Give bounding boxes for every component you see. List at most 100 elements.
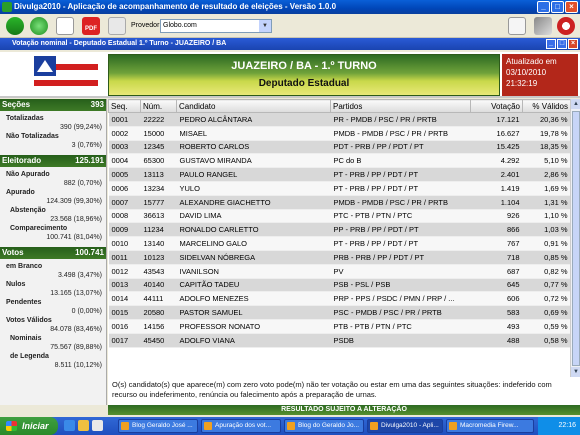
cell-percent: 1,69 % <box>522 181 571 196</box>
window-title: Divulga2010 - Aplicação de acompanhament… <box>14 2 337 11</box>
clock: 22:16 <box>558 422 576 429</box>
tools-icon[interactable] <box>534 17 552 35</box>
cell-seq: 0009 <box>108 222 141 238</box>
cell-votes: 583 <box>470 305 523 320</box>
taskbar: Iniciar Blog Geraldo José ... Apuração d… <box>0 417 580 435</box>
table-header-row: Seq. Núm. Candidato Partidos Votação % V… <box>108 99 571 113</box>
back-icon[interactable] <box>6 17 24 35</box>
provider-label: Provedor: <box>131 22 162 29</box>
scroll-up-icon[interactable]: ▲ <box>571 99 580 109</box>
bahia-flag-icon <box>34 56 98 94</box>
table-row[interactable]: 0009 11234 RONALDO CARLETTO PP - PRB / PP /… <box>108 222 571 238</box>
col-partidos[interactable]: Partidos <box>330 99 471 113</box>
cell-candidate: CAPITÃO TADEU <box>176 278 331 293</box>
table-row[interactable]: 0004 65300 GUSTAVO MIRANDA PC do B 4.292 5,10… <box>108 153 571 169</box>
task-fireworks[interactable]: Macromedia Firew... <box>446 419 534 433</box>
cell-candidate: PAULO RANGEL <box>176 167 331 182</box>
cell-seq: 0015 <box>108 305 141 320</box>
print-icon[interactable] <box>108 17 126 35</box>
table-row[interactable]: 0001 22222 PEDRO ALCÂNTARA PR - PMDB / PSC … <box>108 112 571 127</box>
table-row[interactable]: 0005 13113 PAULO RANGEL PT - PRB / PP / PDT… <box>108 167 571 182</box>
refresh-icon[interactable] <box>30 17 48 35</box>
secoes-value: 393 <box>90 100 104 109</box>
table-row[interactable]: 0012 43543 IVANILSON PV 687 0,82 % <box>108 264 571 279</box>
table-row[interactable]: 0017 45450 ADOLFO VIANA PSDB 488 0,58 % <box>108 333 571 348</box>
cell-num: 10123 <box>140 250 177 265</box>
table-row[interactable]: 0016 14156 PROFESSOR NONATO PTB - PTB / PTN… <box>108 319 571 334</box>
col-candidato[interactable]: Candidato <box>176 99 331 113</box>
branco-value: 3.498 (3,47%) <box>58 272 102 279</box>
cell-candidate: ADOLFO VIANA <box>176 333 331 348</box>
task-divulga[interactable]: Divulga2010 - Apli... <box>367 419 443 433</box>
close-button[interactable]: × <box>565 1 578 13</box>
pdf-icon[interactable]: PDF <box>82 17 100 35</box>
task-label: Blog do Geraldo Jo... <box>298 422 360 429</box>
table-row[interactable]: 0003 12345 ROBERTO CARLOS PDT - PRB / PP / … <box>108 140 571 155</box>
branco-label: em Branco <box>6 263 43 270</box>
task-blog-2[interactable]: Blog do Geraldo Jo... <box>284 419 364 433</box>
minimize-button[interactable]: _ <box>537 1 550 13</box>
cell-votes: 4.292 <box>470 153 523 169</box>
cell-parties: PMDB - PMDB / PSC / PR / PRTB <box>330 126 471 141</box>
vertical-scrollbar[interactable]: ▲ ▼ <box>570 99 580 377</box>
table-row[interactable]: 0015 20580 PASTOR SAMUEL PSC - PMDB / PSC /… <box>108 305 571 320</box>
table-row[interactable]: 0006 13234 YULO PT - PRB / PP / PDT / PT 1.4… <box>108 181 571 196</box>
cell-candidate: RONALDO CARLETTO <box>176 222 331 238</box>
table-row[interactable]: 0010 13140 MARCELINO GALO PT - PRB / PP / P… <box>108 236 571 251</box>
votos-label: Votos <box>2 248 24 257</box>
desktop-icon[interactable] <box>92 420 103 431</box>
cell-num: 15777 <box>140 195 177 210</box>
eleitorado-label: Eleitorado <box>2 156 42 165</box>
col-validos[interactable]: % Válidos <box>522 99 571 113</box>
browser-icon <box>121 422 129 430</box>
table-row[interactable]: 0011 10123 SIDELVAN NÓBREGA PRB - PRB / PP … <box>108 250 571 265</box>
cell-votes: 15.425 <box>470 140 523 155</box>
nulos-label: Nulos <box>6 281 26 288</box>
maximize-button[interactable]: □ <box>551 1 564 13</box>
app-icon <box>2 2 12 12</box>
cell-percent: 20,36 % <box>522 112 571 127</box>
cell-seq: 0006 <box>108 181 141 196</box>
provider-value: Globo.com <box>163 22 197 29</box>
window-icon[interactable] <box>508 17 526 35</box>
sub-minimize-button[interactable]: _ <box>546 39 556 49</box>
cell-candidate: IVANILSON <box>176 264 331 279</box>
table-row[interactable]: 0007 15777 ALEXANDRE GIACHETTO PMDB - PMDB … <box>108 195 571 210</box>
cell-parties: PR - PMDB / PSC / PR / PRTB <box>330 112 471 127</box>
cell-percent: 0,85 % <box>522 250 571 265</box>
cell-candidate: YULO <box>176 181 331 196</box>
start-button[interactable]: Iniciar <box>0 417 58 435</box>
cell-percent: 0,59 % <box>522 319 571 334</box>
col-votacao[interactable]: Votação <box>470 99 523 113</box>
scroll-down-icon[interactable]: ▼ <box>571 367 580 377</box>
task-blog-1[interactable]: Blog Geraldo José ... <box>118 419 198 433</box>
task-apuracao[interactable]: Apuração dos vot... <box>201 419 281 433</box>
cell-votes: 767 <box>470 236 523 251</box>
sub-maximize-button[interactable]: □ <box>557 39 567 49</box>
cell-seq: 0003 <box>108 140 141 155</box>
col-seq[interactable]: Seq. <box>108 99 141 113</box>
ie-icon[interactable] <box>64 420 75 431</box>
chevron-down-icon[interactable]: ▼ <box>259 20 271 32</box>
cell-parties: PSC - PMDB / PSC / PR / PRTB <box>330 305 471 320</box>
scroll-thumb[interactable] <box>572 111 580 366</box>
table-row[interactable]: 0002 15000 MISAEL PMDB - PMDB / PSC / PR / … <box>108 126 571 141</box>
folder-icon[interactable] <box>78 420 89 431</box>
sub-close-button[interactable]: × <box>568 39 578 49</box>
app-icon <box>370 422 378 430</box>
updated-time: 21:32:19 <box>506 79 538 88</box>
cell-percent: 0,58 % <box>522 333 571 348</box>
cell-num: 13140 <box>140 236 177 251</box>
start-label: Iniciar <box>22 421 49 431</box>
browser-icon <box>204 422 212 430</box>
cell-num: 43543 <box>140 264 177 279</box>
table-row[interactable]: 0008 36613 DAVID LIMA PTC - PTB / PTN / PTC… <box>108 209 571 224</box>
votos-value: 100.741 <box>75 248 104 257</box>
provider-select[interactable]: Globo.com ▼ <box>160 19 272 33</box>
help-icon[interactable] <box>557 17 575 35</box>
table-row[interactable]: 0014 44111 ADOLFO MENEZES PRP - PPS / PSDC … <box>108 291 571 307</box>
cell-votes: 718 <box>470 250 523 265</box>
table-row[interactable]: 0013 40140 CAPITÃO TADEU PSB - PSL / PSB 645… <box>108 278 571 293</box>
document-icon[interactable] <box>56 17 74 35</box>
col-num[interactable]: Núm. <box>140 99 177 113</box>
